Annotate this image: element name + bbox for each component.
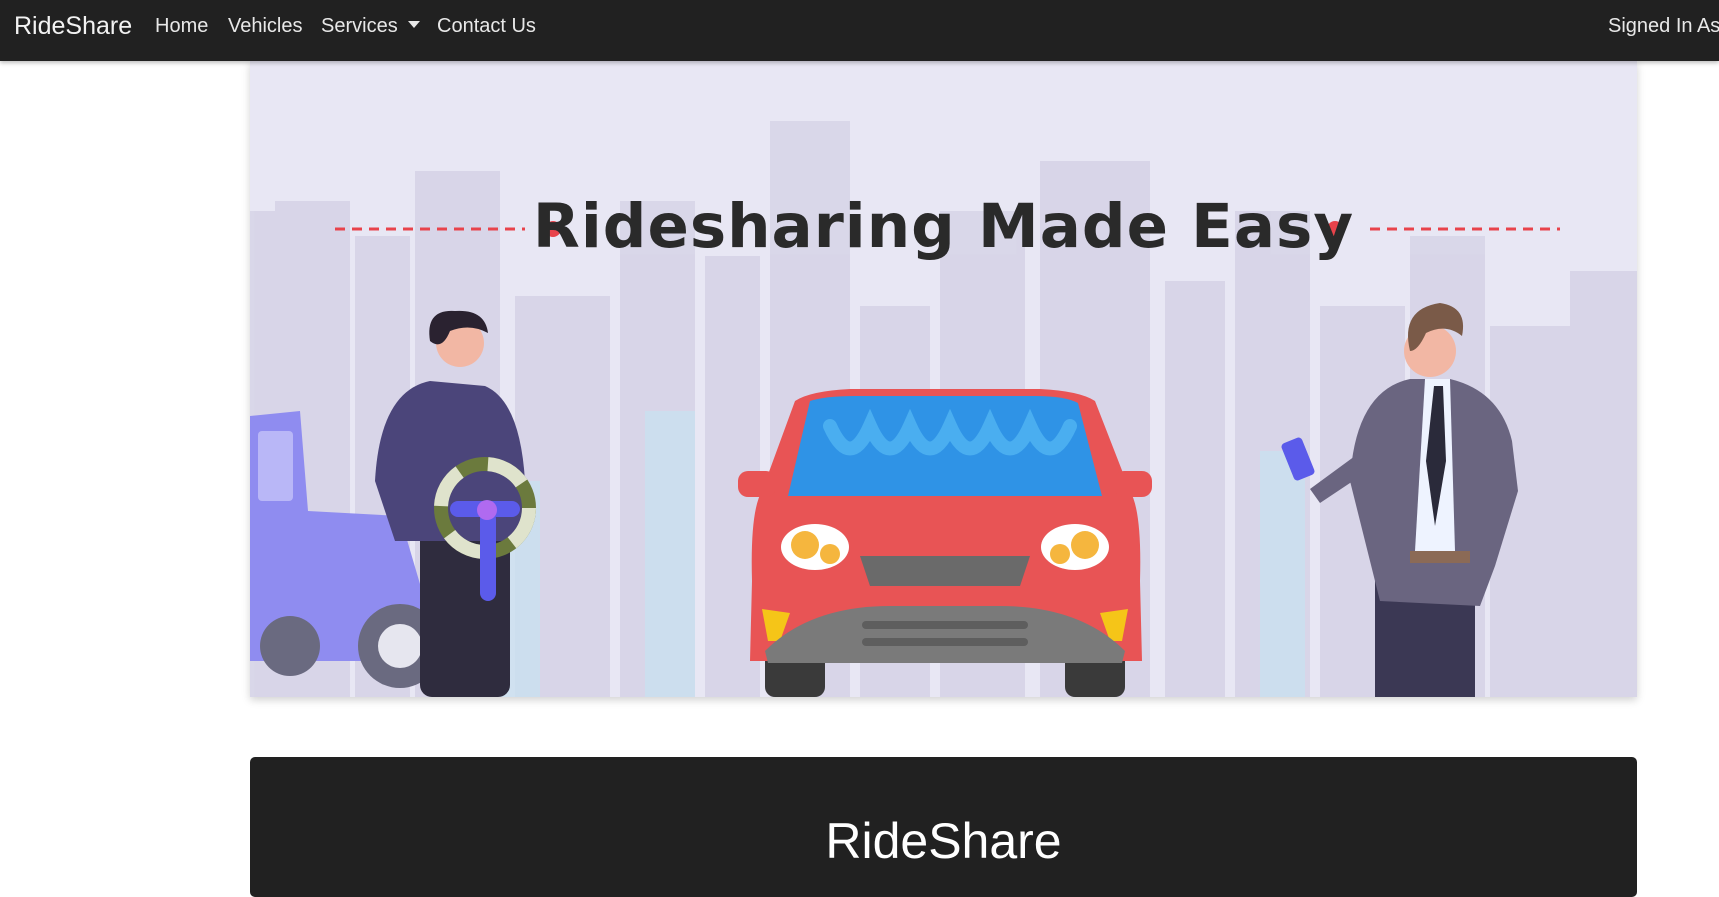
hero-banner: Ridesharing Made Easy [250,61,1637,697]
brand-logo[interactable]: RideShare [14,12,132,41]
hero-title: Ridesharing Made Easy [532,191,1355,262]
car-illustration [738,389,1152,697]
nav-vehicles[interactable]: Vehicles [228,15,303,38]
footer-card: RideShare [250,757,1637,897]
caret-down-icon [407,21,420,28]
footer-title: RideShare [825,813,1062,869]
nav-contact-us[interactable]: Contact Us [437,15,536,38]
signed-in-status[interactable]: Signed In As [1608,15,1719,38]
nav-services-dropdown[interactable]: Services [321,15,420,38]
top-navbar: RideShare Home Vehicles Services Contact… [0,0,1719,61]
hero-illustration [250,121,1637,697]
nav-services-label: Services [321,15,398,37]
nav-home[interactable]: Home [155,15,208,38]
